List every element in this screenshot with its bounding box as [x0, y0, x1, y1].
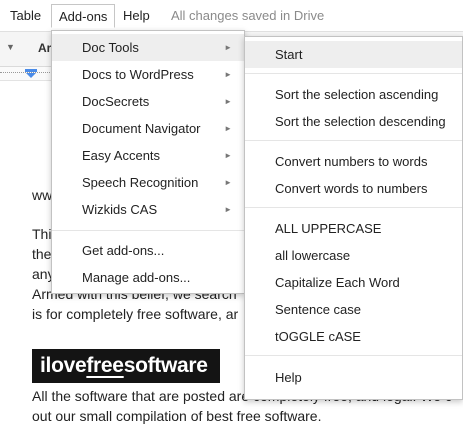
menu-separator [245, 73, 462, 74]
addon-speech-recognition[interactable]: Speech Recognition ► [52, 169, 244, 196]
menu-item-label: Easy Accents [82, 148, 161, 163]
menu-item-label: Help [275, 370, 302, 385]
submenu-arrow-icon: ► [224, 43, 232, 52]
menu-item-label: DocSecrets [82, 94, 150, 109]
addons-menu: Doc Tools ► Docs to WordPress ► DocSecre… [51, 30, 245, 294]
addon-docsecrets[interactable]: DocSecrets ► [52, 88, 244, 115]
menu-item-label: Convert numbers to words [275, 154, 428, 169]
menu-item-label: Doc Tools [82, 40, 139, 55]
menu-item-label: all lowercase [275, 248, 351, 263]
logo-text-pre: ilove [40, 354, 87, 377]
start-item[interactable]: Start [245, 41, 462, 68]
capitalize-item[interactable]: Capitalize Each Word [245, 269, 462, 296]
sort-ascending-item[interactable]: Sort the selection ascending [245, 81, 462, 108]
convert-numbers-item[interactable]: Convert numbers to words [245, 148, 462, 175]
menu-addons[interactable]: Add-ons [51, 4, 116, 28]
menu-separator [245, 355, 462, 356]
convert-words-item[interactable]: Convert words to numbers [245, 175, 462, 202]
submenu-arrow-icon: ► [224, 124, 232, 133]
menu-table[interactable]: Table [4, 4, 47, 28]
logo-text-post: software [123, 354, 208, 377]
submenu-arrow-icon: ► [224, 151, 232, 160]
menu-item-label: Sentence case [275, 302, 362, 317]
lowercase-item[interactable]: all lowercase [245, 242, 462, 269]
submenu-arrow-icon: ► [224, 205, 232, 214]
doc-line: the [32, 246, 52, 262]
menu-item-label: Docs to WordPress [82, 67, 194, 82]
indent-marker-icon[interactable] [25, 69, 37, 78]
doc-line: out our small compilation of best free s… [32, 408, 322, 424]
menu-item-label: Get add-ons... [82, 243, 165, 258]
doc-line: Thi [32, 226, 52, 242]
menu-item-label: Convert words to numbers [275, 181, 428, 196]
sentence-case-item[interactable]: Sentence case [245, 296, 462, 323]
submenu-arrow-icon: ► [224, 97, 232, 106]
doc-line: is for completely free software, ar [32, 306, 239, 322]
toolbar-dropdown-icon[interactable]: ▼ [6, 42, 15, 52]
menu-item-label: Sort the selection ascending [275, 87, 439, 102]
font-selector[interactable]: Ar [38, 41, 51, 55]
menu-item-label: ALL UPPERCASE [275, 221, 382, 236]
help-item[interactable]: Help [245, 364, 462, 391]
ilovefreesoftware-logo: ilovefreesoftware [32, 349, 220, 383]
menu-item-label: Speech Recognition [82, 175, 199, 190]
menu-separator [52, 230, 244, 231]
save-status: All changes saved in Drive [171, 8, 325, 23]
menu-item-label: Capitalize Each Word [275, 275, 400, 290]
logo-text-mid: free [86, 354, 124, 377]
menu-item-label: Manage add-ons... [82, 270, 191, 285]
toggle-case-item[interactable]: tOGGLE cASE [245, 323, 462, 350]
menu-item-label: tOGGLE cASE [275, 329, 361, 344]
menu-help[interactable]: Help [117, 4, 156, 28]
addon-doc-tools[interactable]: Doc Tools ► [52, 34, 244, 61]
manage-addons-item[interactable]: Manage add-ons... [52, 264, 244, 291]
menu-item-label: Document Navigator [82, 121, 201, 136]
menu-separator [245, 207, 462, 208]
addon-docs-to-wordpress[interactable]: Docs to WordPress ► [52, 61, 244, 88]
menu-item-label: Wizkids CAS [82, 202, 158, 217]
submenu-arrow-icon: ► [224, 70, 232, 79]
menu-separator [245, 140, 462, 141]
submenu-arrow-icon: ► [224, 178, 232, 187]
menu-item-label: Sort the selection descending [275, 114, 446, 129]
addon-easy-accents[interactable]: Easy Accents ► [52, 142, 244, 169]
addon-wizkids-cas[interactable]: Wizkids CAS ► [52, 196, 244, 223]
get-addons-item[interactable]: Get add-ons... [52, 237, 244, 264]
menu-bar: Table Add-ons Help All changes saved in … [0, 0, 463, 31]
sort-descending-item[interactable]: Sort the selection descending [245, 108, 462, 135]
doc-tools-submenu: Start Sort the selection ascending Sort … [244, 36, 463, 400]
menu-item-label: Start [275, 47, 303, 62]
uppercase-item[interactable]: ALL UPPERCASE [245, 215, 462, 242]
doc-line: ww [32, 187, 53, 203]
addon-document-navigator[interactable]: Document Navigator ► [52, 115, 244, 142]
